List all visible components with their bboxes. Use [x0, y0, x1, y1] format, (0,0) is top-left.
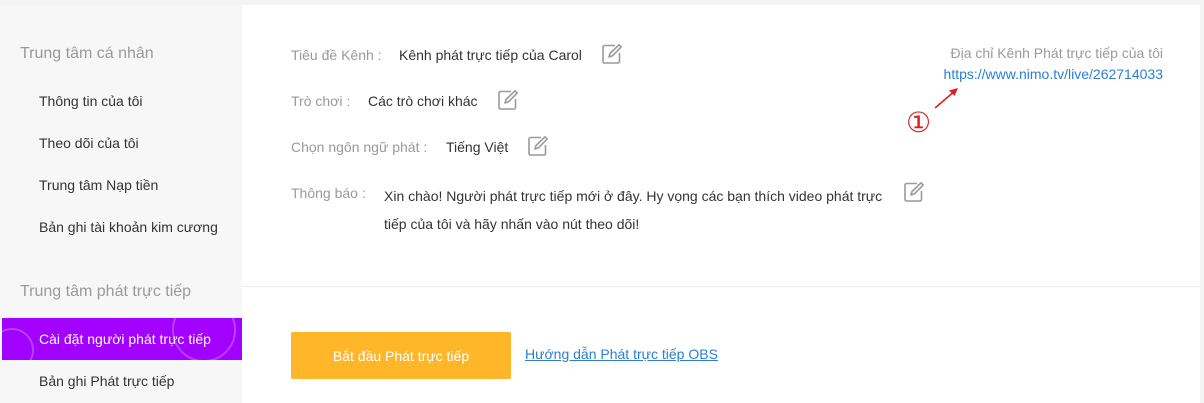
- channel-title-value: Kênh phát trực tiếp của Carol: [399, 47, 582, 63]
- sidebar: Trung tâm cá nhân Thông tin của tôi Theo…: [0, 5, 242, 403]
- game-label: Trò chơi :: [291, 93, 351, 109]
- annotation-arrow-icon: [934, 88, 958, 109]
- sidebar-item-recharge[interactable]: Trung tâm Nạp tiền: [0, 164, 242, 206]
- channel-address-link[interactable]: https://www.nimo.tv/live/262714033: [944, 66, 1163, 82]
- sidebar-item-streamer-settings[interactable]: Cài đặt người phát trực tiếp: [2, 318, 242, 360]
- edit-icon[interactable]: [497, 89, 519, 111]
- edit-icon[interactable]: [601, 43, 623, 65]
- edit-icon[interactable]: [527, 135, 549, 157]
- notice-label: Thông báo :: [291, 185, 366, 201]
- section-title-personal: Trung tâm cá nhân: [20, 45, 154, 62]
- channel-title-label: Tiêu đề Kênh :: [291, 47, 382, 63]
- sidebar-item-following[interactable]: Theo dõi của tôi: [0, 122, 242, 164]
- notice-value: Xin chào! Người phát trực tiếp mới ở đây…: [384, 188, 883, 232]
- game-value: Các trò chơi khác: [368, 93, 478, 109]
- sidebar-item-label: Cài đặt người phát trực tiếp: [39, 331, 211, 347]
- obs-guide-link[interactable]: Hướng dẫn Phát trực tiếp OBS: [525, 346, 718, 362]
- edit-icon[interactable]: [903, 181, 925, 203]
- language-label: Chọn ngôn ngữ phát :: [291, 139, 428, 155]
- annotation-marker: ①: [906, 107, 932, 138]
- start-streaming-button[interactable]: Bắt đầu Phát trực tiếp: [291, 332, 511, 379]
- language-value: Tiếng Việt: [446, 139, 509, 155]
- settings-panel: Tiêu đề Kênh : Kênh phát trực tiếp của C…: [242, 5, 1200, 403]
- section-title-streaming: Trung tâm phát trực tiếp: [20, 283, 192, 300]
- divider: [242, 286, 1200, 287]
- sidebar-item-diamond-records[interactable]: Bản ghi tài khoản kim cương: [0, 206, 242, 248]
- channel-address-label: Địa chỉ Kênh Phát trực tiếp của tôi: [950, 45, 1163, 61]
- sidebar-item-stream-records[interactable]: Bản ghi Phát trực tiếp: [0, 360, 242, 402]
- decoration-circle: [2, 328, 34, 360]
- sidebar-item-my-info[interactable]: Thông tin của tôi: [0, 80, 242, 122]
